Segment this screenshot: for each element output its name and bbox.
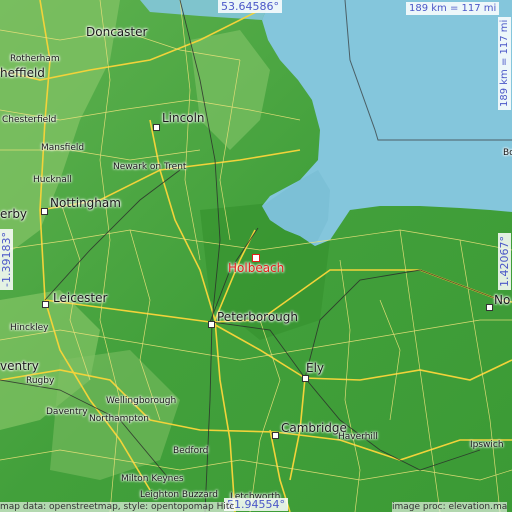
place-label-nottingham[interactable]: Nottingham [50,197,121,210]
place-marker-lincoln [153,124,160,131]
lat-top-readout: 53.64586° [218,0,282,13]
place-label-northampton[interactable]: Northampton [89,414,149,424]
place-label-doncaster[interactable]: Doncaster [86,26,147,39]
map-credit-right: image proc: elevation.ma [392,502,508,512]
place-marker-ely [302,375,309,382]
place-marker-cambridge [272,432,279,439]
place-label-derby[interactable]: erby [0,208,27,221]
place-label-ipswich[interactable]: Ipswich [470,440,504,450]
place-label-wellingborough[interactable]: Wellingborough [106,396,176,406]
place-label-newark[interactable]: Newark on Trent [113,162,186,172]
scale-right-readout: 189 km = 117 mi [498,16,511,110]
place-label-milton-keynes[interactable]: Milton Keynes [121,474,184,484]
place-label-lincoln[interactable]: Lincoln [162,112,205,125]
place-label-peterborough[interactable]: Peterborough [217,311,298,324]
place-marker-nottingham [41,208,48,215]
place-label-chesterfield[interactable]: Chesterfield [2,115,56,125]
map-view[interactable]: Doncaster Rotherham heffield Chesterfiel… [0,0,512,512]
place-label-rotherham[interactable]: Rotherham [10,54,60,64]
place-label-mansfield[interactable]: Mansfield [41,143,84,153]
place-marker-norwich [486,304,493,311]
place-label-daventry[interactable]: Daventry [46,407,88,417]
map-credit-left: map data: openstreetmap, style: opentopo… [0,502,235,512]
place-label-leighton[interactable]: Leighton Buzzard [140,490,218,500]
place-marker-leicester [42,301,49,308]
place-label-norwich[interactable]: No [494,294,510,307]
place-label-hucknall[interactable]: Hucknall [33,175,72,185]
place-label-coventry[interactable]: ventry [0,360,39,373]
place-label-hinckley[interactable]: Hinckley [10,323,49,333]
scale-top-readout: 189 km = 117 mi [406,2,500,15]
place-marker-peterborough [208,321,215,328]
focus-place-label[interactable]: Holbeach [228,262,284,274]
place-label-leicester[interactable]: Leicester [53,292,107,305]
lon-left-readout: -1.39183° [0,229,13,290]
place-label-sheffield[interactable]: heffield [0,67,45,80]
place-label-haverhill[interactable]: Haverhill [338,432,378,442]
place-label-rugby[interactable]: Rugby [26,376,54,386]
lon-right-readout: 1.42067° [498,233,511,290]
place-label-boston[interactable]: Boston [503,148,512,158]
place-label-ely[interactable]: Ely [306,362,324,375]
place-label-bedford[interactable]: Bedford [173,446,208,456]
